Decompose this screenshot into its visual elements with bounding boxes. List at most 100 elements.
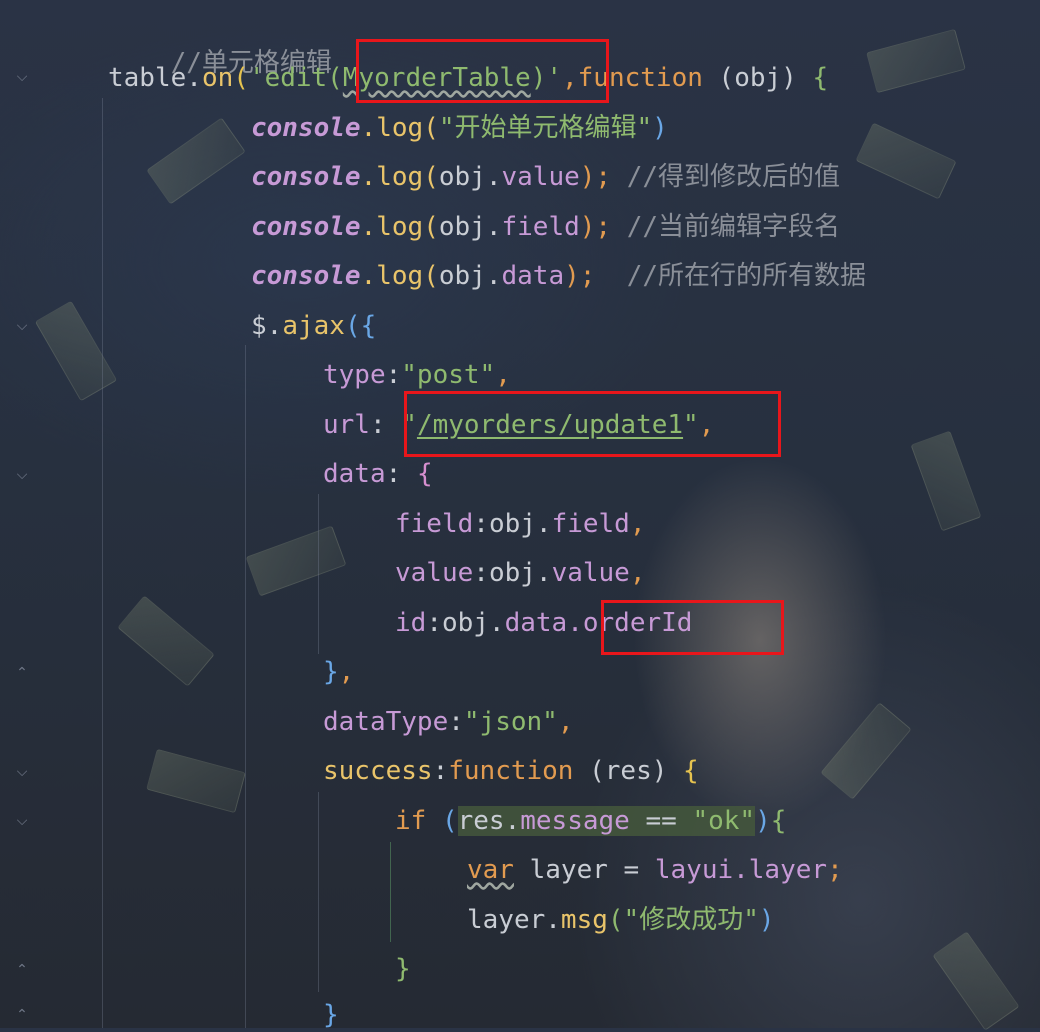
keyword: var bbox=[467, 855, 514, 885]
punctuation: : bbox=[448, 707, 464, 737]
code-line: dataType:"json", bbox=[323, 705, 573, 739]
fold-icon[interactable]: ⌵ bbox=[12, 465, 32, 485]
property-key: type bbox=[323, 360, 386, 390]
editor-gutter: ⌵ ⌵ ⌵ ⌃ ⌵ ⌵ ⌃ ⌃ bbox=[0, 0, 48, 1028]
fold-icon[interactable]: ⌵ bbox=[12, 316, 32, 336]
code-line: layer.msg("修改成功") bbox=[467, 903, 775, 937]
fold-icon[interactable]: ⌵ bbox=[12, 811, 32, 831]
punctuation: . bbox=[186, 63, 202, 93]
brace: } bbox=[323, 1000, 339, 1030]
identifier: res. bbox=[457, 806, 521, 836]
fold-icon[interactable]: ⌃ bbox=[12, 960, 32, 980]
code-line: //单元格编辑 bbox=[108, 12, 332, 78]
string: "开始单元格编辑" bbox=[438, 113, 653, 143]
punctuation: : bbox=[385, 459, 417, 489]
method: .log( bbox=[360, 162, 439, 192]
string: "post" bbox=[401, 360, 496, 390]
code-line: console.log(obj.data); //所在行的所有数据 bbox=[251, 259, 866, 293]
punctuation: ( bbox=[607, 905, 624, 935]
property: layer bbox=[748, 855, 828, 885]
punctuation: ) bbox=[652, 113, 668, 143]
identifier: obj. bbox=[438, 212, 502, 242]
background-decoration bbox=[866, 28, 966, 94]
method: on bbox=[201, 63, 234, 93]
punctuation: : bbox=[473, 509, 489, 539]
punctuation: : bbox=[473, 558, 489, 588]
method: msg bbox=[560, 905, 608, 935]
method: .log( bbox=[360, 212, 439, 242]
property: value bbox=[551, 558, 630, 588]
indent-guide bbox=[318, 792, 319, 992]
string: "json" bbox=[463, 707, 558, 737]
property-key: dataType bbox=[323, 707, 449, 737]
punctuation: ); bbox=[579, 162, 612, 192]
property-key: field bbox=[395, 509, 474, 539]
method: ajax bbox=[282, 311, 345, 341]
punctuation: : bbox=[426, 608, 442, 638]
fold-icon[interactable]: ⌵ bbox=[12, 67, 32, 87]
code-line: value:obj.value, bbox=[395, 556, 646, 590]
comment: //得到修改后的值 bbox=[626, 162, 841, 192]
brace: } bbox=[323, 657, 339, 687]
punctuation: ( bbox=[426, 806, 458, 836]
identifier: obj. bbox=[488, 558, 552, 588]
property-key: id bbox=[395, 608, 427, 638]
code-line: data: { bbox=[323, 457, 433, 491]
punctuation: ); bbox=[564, 261, 596, 291]
method: .log( bbox=[360, 261, 439, 291]
console-identifier: console bbox=[251, 261, 361, 291]
property-key: success bbox=[323, 756, 433, 786]
indent-guide bbox=[245, 345, 246, 1028]
keyword: if bbox=[395, 806, 427, 836]
operator: == bbox=[629, 806, 693, 836]
punctuation: ({ bbox=[344, 311, 377, 341]
code-line: var layer = layui.layer; bbox=[467, 853, 843, 887]
property: field bbox=[551, 509, 630, 539]
property-key: value bbox=[395, 558, 474, 588]
identifier: obj. bbox=[488, 509, 552, 539]
brace: { bbox=[416, 459, 433, 489]
fold-icon[interactable]: ⌃ bbox=[12, 1005, 32, 1025]
code-line: console.log(obj.value); //得到修改后的值 bbox=[251, 160, 840, 194]
indent-guide bbox=[318, 494, 319, 654]
punctuation: , bbox=[629, 558, 646, 588]
property: data bbox=[501, 261, 565, 291]
background-decoration bbox=[146, 117, 246, 205]
method: .log( bbox=[360, 113, 439, 143]
property: data. bbox=[504, 608, 583, 638]
code-line: console.log("开始单元格编辑") bbox=[251, 111, 668, 145]
punctuation: ) bbox=[755, 806, 771, 836]
punctuation: : bbox=[369, 410, 402, 440]
identifier: $. bbox=[251, 311, 283, 341]
highlight-box-order-id bbox=[601, 600, 784, 655]
punctuation: , bbox=[495, 360, 511, 390]
identifier: layui. bbox=[654, 855, 749, 885]
console-identifier: console bbox=[251, 113, 361, 143]
identifier: layer = bbox=[513, 855, 655, 885]
string: "ok" bbox=[692, 806, 756, 836]
brace: { bbox=[683, 756, 699, 786]
code-line: type:"post", bbox=[323, 358, 511, 392]
indent-guide bbox=[390, 842, 391, 942]
brace: { bbox=[812, 63, 829, 93]
punctuation: , bbox=[629, 509, 646, 539]
background-decoration bbox=[932, 931, 1020, 1031]
fold-icon[interactable]: ⌵ bbox=[12, 762, 32, 782]
code-line: }, bbox=[323, 655, 354, 689]
code-line: } bbox=[395, 952, 411, 986]
fold-icon[interactable]: ⌃ bbox=[12, 663, 32, 683]
background-decoration bbox=[117, 595, 215, 687]
code-line: $.ajax({ bbox=[251, 309, 376, 343]
background-decoration bbox=[146, 748, 246, 814]
params: (obj) bbox=[702, 63, 813, 93]
highlight-box-url bbox=[404, 391, 781, 457]
code-line: console.log(obj.field); //当前编辑字段名 bbox=[251, 210, 840, 244]
property: field bbox=[501, 212, 580, 242]
brace: { bbox=[770, 806, 787, 836]
code-line: field:obj.field, bbox=[395, 507, 646, 541]
property: message bbox=[520, 806, 630, 836]
string: ' bbox=[248, 63, 265, 93]
identifier: table bbox=[108, 63, 187, 93]
property: value bbox=[501, 162, 580, 192]
punctuation: ) bbox=[758, 905, 775, 935]
